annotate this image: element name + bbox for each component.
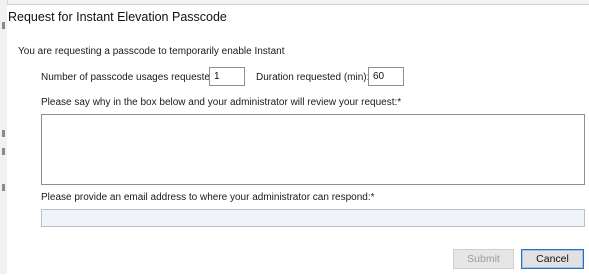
duration-input[interactable]: [368, 67, 404, 86]
reason-textarea[interactable]: [41, 114, 585, 185]
submit-button[interactable]: Submit: [453, 249, 514, 269]
intro-text: You are requesting a passcode to tempora…: [18, 46, 285, 57]
email-input[interactable]: [41, 209, 585, 227]
dialog-title: Request for Instant Elevation Passcode: [8, 10, 227, 24]
background-glyph: [2, 184, 5, 191]
usages-input[interactable]: [209, 67, 245, 86]
email-label: Please provide an email address to where…: [41, 192, 375, 203]
reason-label: Please say why in the box below and your…: [41, 97, 402, 108]
background-glyph: [2, 22, 5, 29]
elevation-request-dialog: Request for Instant Elevation Passcode Y…: [7, 4, 589, 275]
usages-label: Number of passcode usages requested:: [41, 72, 219, 83]
background-glyph: [2, 130, 5, 137]
background-glyph: [2, 148, 5, 155]
cancel-button[interactable]: Cancel: [521, 249, 584, 269]
duration-label: Duration requested (min):: [256, 72, 370, 83]
